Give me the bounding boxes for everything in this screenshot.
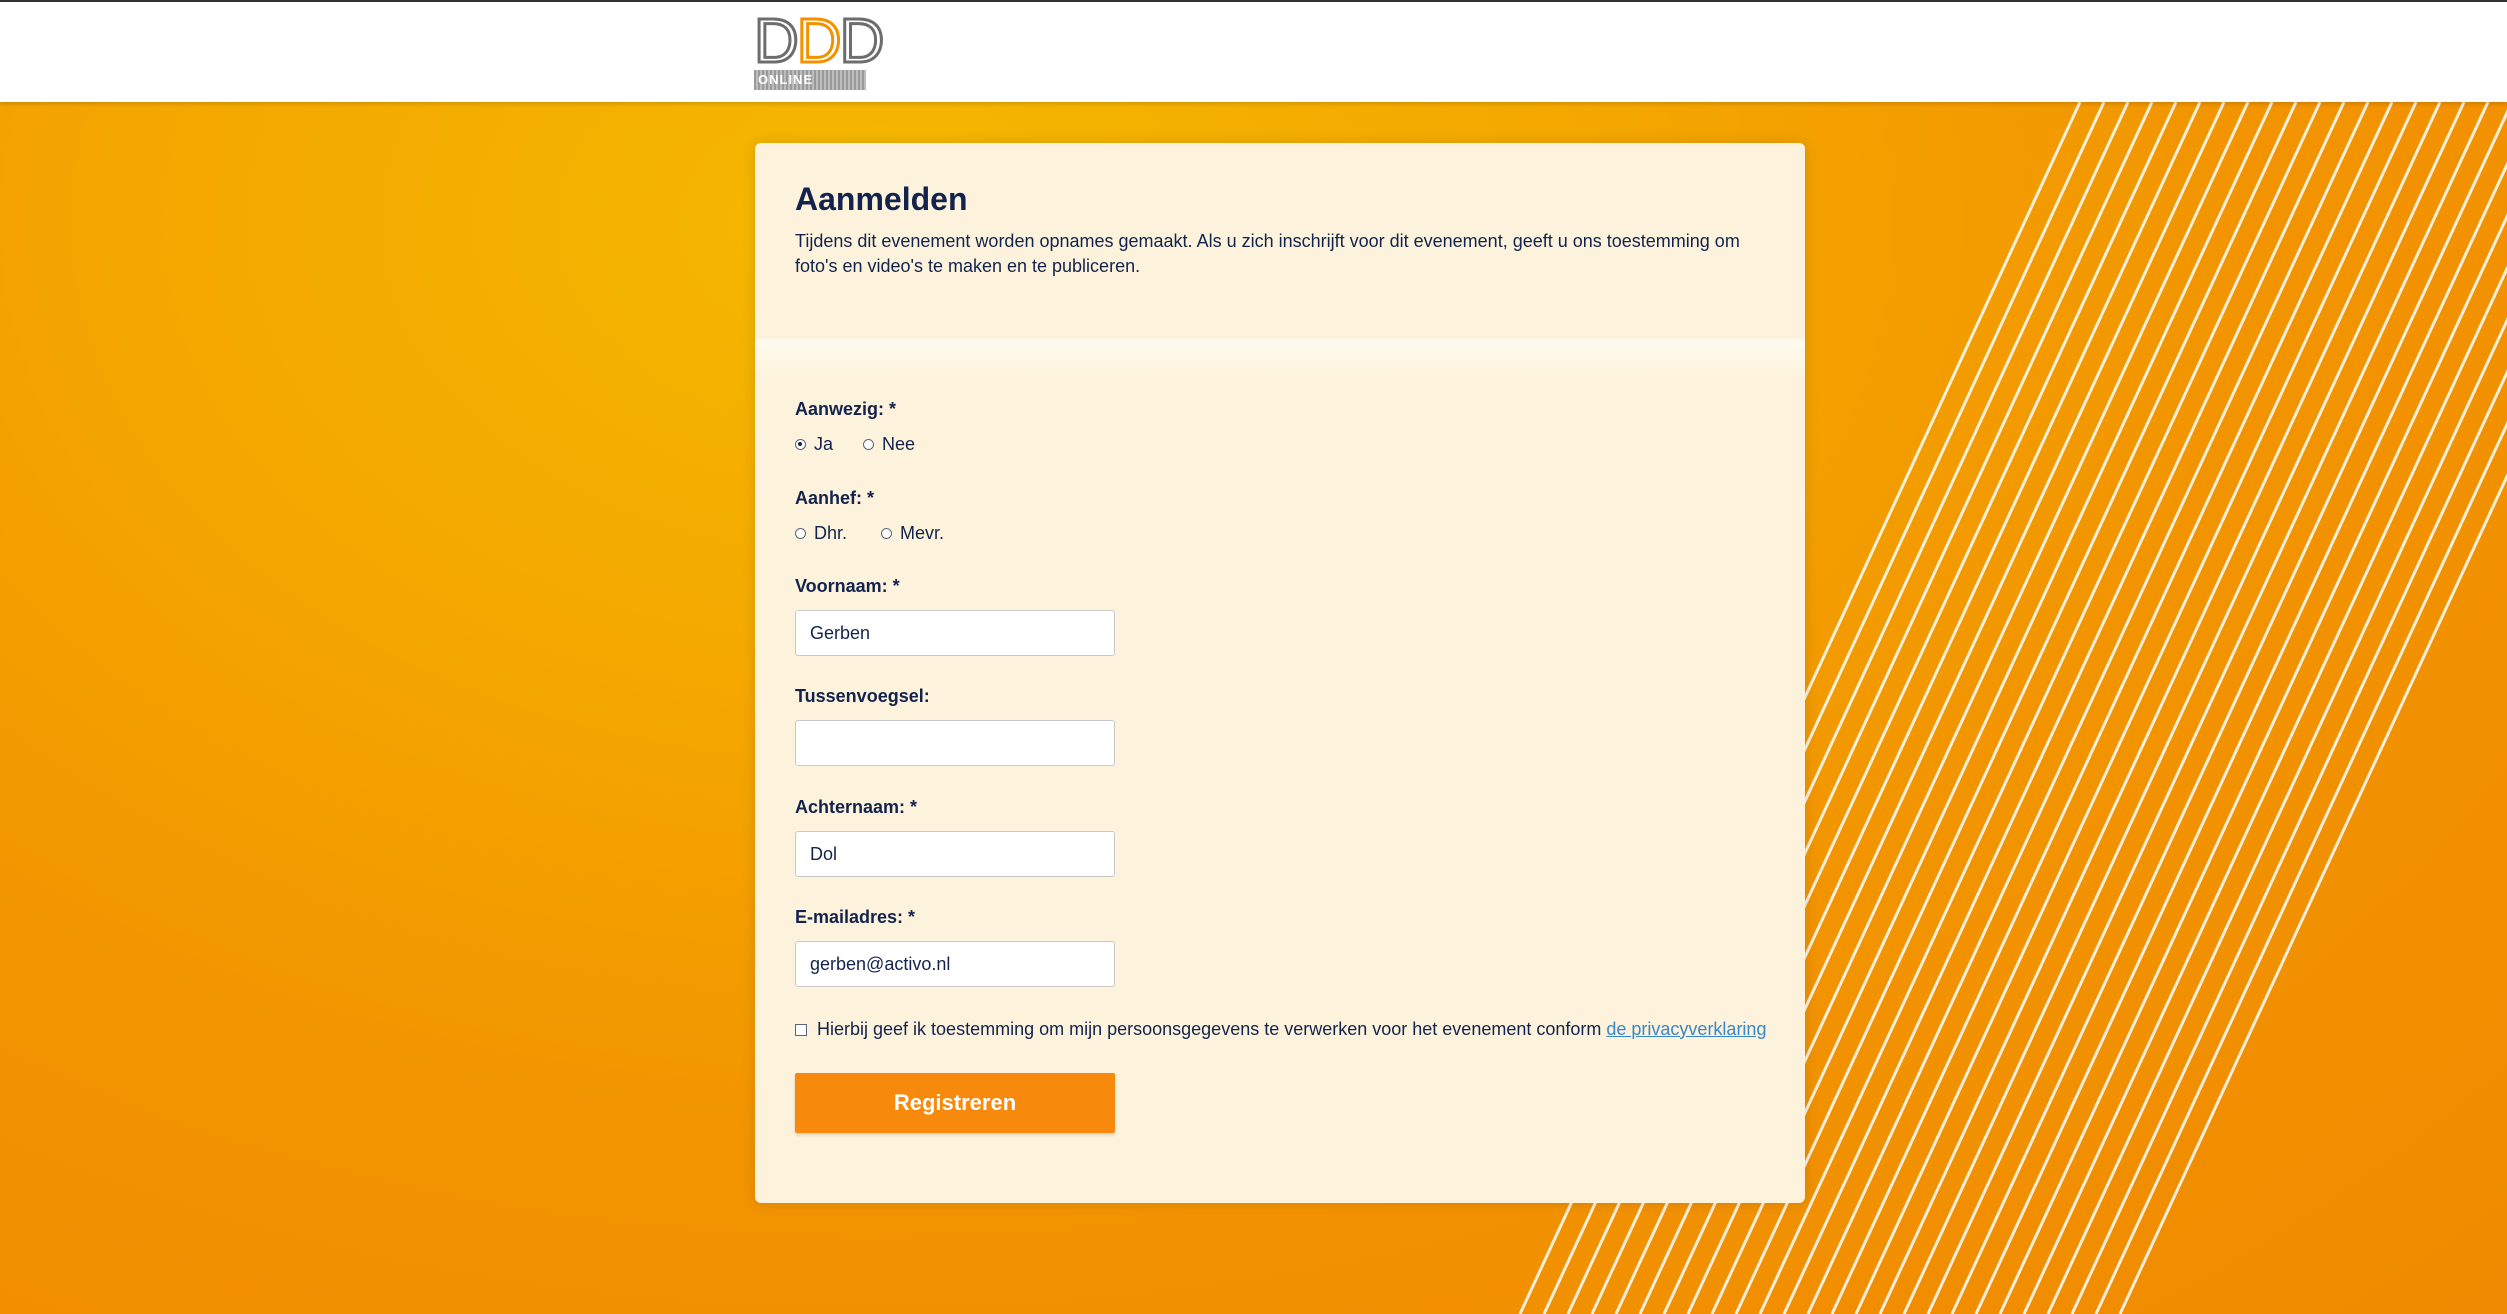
attendance-option-ja[interactable]: Ja <box>795 434 833 455</box>
site-header: D D D ONLINE <box>0 0 2507 102</box>
stripe-line <box>1950 109 2507 1314</box>
last-name-label: Achternaam: * <box>795 797 918 817</box>
first-name-input[interactable]: Gerben <box>795 610 1115 656</box>
card-divider <box>755 339 1805 377</box>
intro-text: Tijdens dit evenement worden opnames gem… <box>795 231 1740 276</box>
radio-ja[interactable] <box>795 438 806 450</box>
email-label: E-mailadres: * <box>795 907 916 927</box>
infix-label: Tussenvoegsel: <box>795 686 930 706</box>
stripe-line <box>1806 102 2370 1314</box>
salutation-radio-group: Dhr. Mevr. <box>795 521 944 545</box>
stripe-line <box>1782 102 2346 1314</box>
salutation-option-mevr[interactable]: Mevr. <box>881 523 944 544</box>
logo-letters: D D D <box>753 7 886 76</box>
consent-row: Hierbij geef ik toestemming om mijn pers… <box>795 1019 1766 1040</box>
stripe-line <box>1758 102 2322 1314</box>
stripe-line <box>1926 102 2490 1314</box>
stripe-line <box>1854 102 2418 1314</box>
stripe-line <box>1878 102 2442 1314</box>
ddd-online-logo[interactable]: D D D ONLINE <box>753 7 886 90</box>
infix-input[interactable] <box>795 720 1115 766</box>
stripe-line <box>2118 472 2507 1314</box>
radio-dhr[interactable] <box>795 527 806 539</box>
stripe-line <box>1830 102 2394 1314</box>
last-name-input[interactable]: Dol <box>795 831 1115 877</box>
stripe-line <box>2022 265 2507 1314</box>
register-button[interactable]: Registreren <box>795 1073 1115 1133</box>
logo-subtitle: ONLINE <box>754 70 866 90</box>
privacy-link[interactable]: de privacyverklaring <box>1606 1019 1766 1040</box>
consent-checkbox[interactable] <box>795 1023 807 1036</box>
page-title: Aanmelden <box>795 181 968 217</box>
attendance-radio-group: Ja Nee <box>795 432 915 456</box>
stripe-line <box>1998 213 2507 1314</box>
stripe-line <box>1902 102 2466 1314</box>
first-name-label: Voornaam: * <box>795 576 900 596</box>
radio-nee[interactable] <box>863 438 875 450</box>
stripe-line <box>1734 102 2298 1314</box>
consent-text: Hierbij geef ik toestemming om mijn pers… <box>817 1019 1602 1039</box>
salutation-label: Aanhef: * <box>795 488 875 508</box>
attendance-option-nee[interactable]: Nee <box>863 434 915 455</box>
email-input[interactable]: gerben@activo.nl <box>795 941 1115 987</box>
radio-mevr[interactable] <box>881 527 893 539</box>
registration-card: Aanmelden Tijdens dit evenement worden o… <box>755 143 1805 1203</box>
attendance-label: Aanwezig: * <box>795 399 897 419</box>
salutation-option-dhr[interactable]: Dhr. <box>795 523 847 544</box>
